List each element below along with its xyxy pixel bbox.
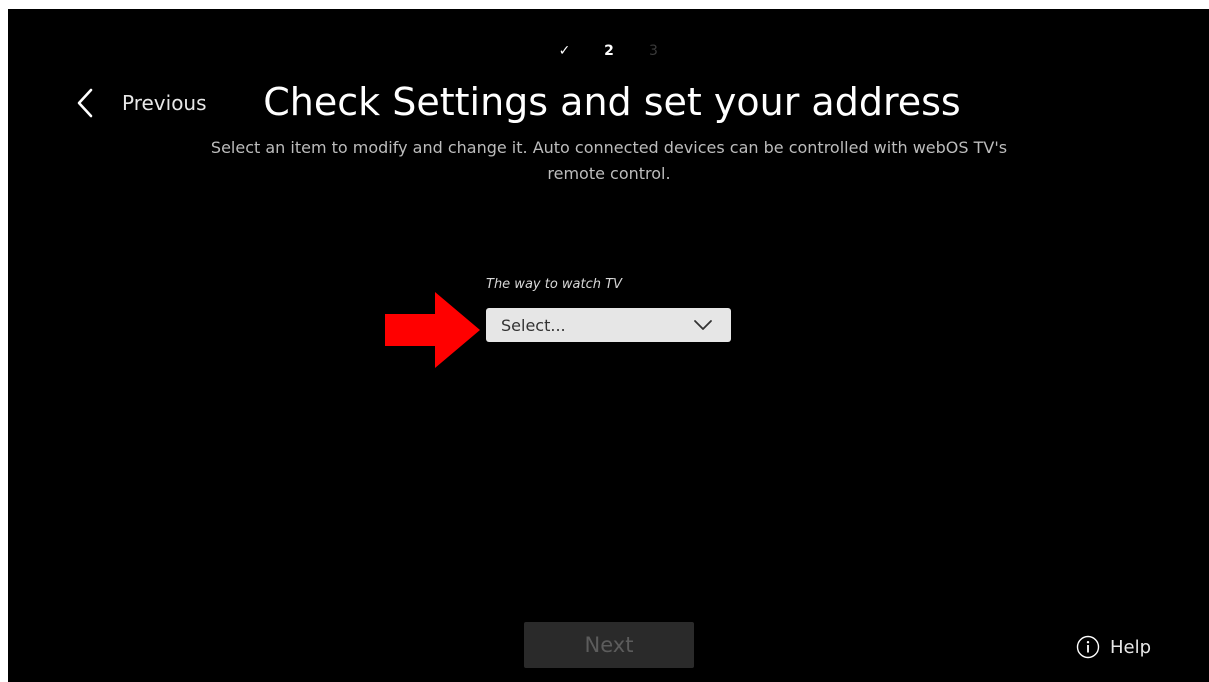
red-arrow-icon	[385, 292, 480, 368]
page-subtitle: Select an item to modify and change it. …	[210, 138, 1008, 183]
step-3-pending: 3	[648, 43, 658, 59]
page-title: Check Settings and set your address	[263, 80, 961, 124]
help-label: Help	[1110, 636, 1152, 658]
setup-screen: ✓ 2 3 Previous Check Settings and set yo…	[8, 9, 1209, 682]
step-indicator: ✓ 2 3	[8, 43, 1209, 59]
watch-tv-select[interactable]: Select...	[486, 308, 731, 342]
step-1-done: ✓	[558, 43, 571, 59]
step-2-current: 2	[604, 43, 614, 59]
watch-tv-select-value: Select...	[501, 315, 566, 335]
watch-tv-label: The way to watch TV	[486, 277, 622, 292]
next-button[interactable]: Next	[524, 622, 694, 668]
chevron-down-icon	[693, 318, 715, 332]
help-button[interactable]: Help	[1076, 635, 1151, 659]
info-circle-icon	[1076, 635, 1100, 659]
